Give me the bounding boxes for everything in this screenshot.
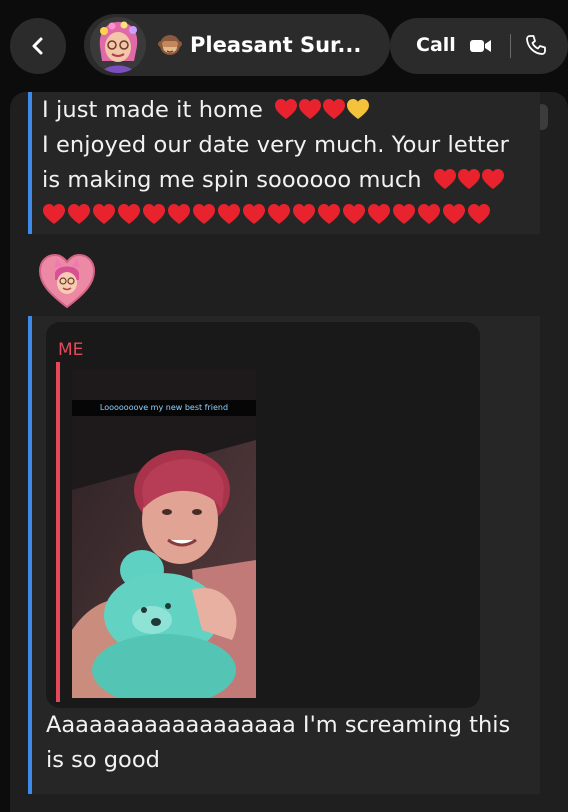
red-heart-emoji <box>167 203 191 225</box>
red-heart-emoji <box>292 203 316 225</box>
quote-bar <box>56 362 60 702</box>
chat-title: Pleasant Sur... <box>158 14 361 76</box>
emoji-group <box>433 167 505 193</box>
quoted-snap[interactable]: ME Looooooove my new best friend <box>46 322 480 708</box>
message-bubble[interactable]: ME Looooooove my new best friend Aaaaaaa… <box>28 316 540 794</box>
quote-sender: ME <box>58 340 84 360</box>
message-line: is making me spin soooooo much <box>42 167 505 193</box>
call-pill[interactable]: Call <box>390 18 568 74</box>
video-camera-icon[interactable] <box>470 38 492 54</box>
bitmoji-heart-sticker[interactable] <box>38 252 96 310</box>
message-line: I just made it home <box>42 97 370 123</box>
chat-title-pill[interactable]: Pleasant Sur... <box>84 14 390 76</box>
message-line: is so good <box>46 747 160 773</box>
red-heart-emoji <box>317 203 341 225</box>
message-line: Aaaaaaaaaaaaaaaaaa I'm screaming this <box>46 712 511 738</box>
chat-header: Pleasant Sur... Call <box>0 0 568 92</box>
red-heart-emoji <box>267 203 291 225</box>
message-line: I enjoyed our date very much. Your lette… <box>42 132 509 158</box>
red-heart-emoji <box>481 168 505 190</box>
red-heart-emoji <box>442 203 466 225</box>
red-heart-emoji <box>367 203 391 225</box>
red-heart-emoji <box>457 168 481 190</box>
see-no-evil-monkey-emoji <box>158 35 182 55</box>
snap-photo[interactable]: Looooooove my new best friend <box>72 370 256 698</box>
red-heart-emoji <box>42 203 66 225</box>
message-bubble[interactable]: I just made it home I enjoyed our date v… <box>28 92 540 234</box>
emoji-row <box>42 202 492 228</box>
red-heart-emoji <box>274 98 298 120</box>
emoji-group <box>274 97 370 123</box>
red-heart-emoji <box>67 203 91 225</box>
red-heart-emoji <box>117 203 141 225</box>
red-heart-emoji <box>433 168 457 190</box>
red-heart-emoji <box>322 98 346 120</box>
red-heart-emoji <box>467 203 491 225</box>
chat-title-label: Pleasant Sur... <box>190 33 362 57</box>
chat-panel[interactable]: I just made it home I enjoyed our date v… <box>10 92 568 812</box>
avatar[interactable] <box>90 17 146 73</box>
red-heart-emoji <box>192 203 216 225</box>
red-heart-emoji <box>142 203 166 225</box>
photo-image <box>72 370 256 698</box>
yellow-heart-emoji <box>346 98 370 120</box>
snap-caption: Looooooove my new best friend <box>72 400 256 416</box>
red-heart-emoji <box>92 203 116 225</box>
call-label[interactable]: Call <box>416 34 456 56</box>
divider <box>510 34 511 58</box>
phone-icon[interactable] <box>526 35 546 55</box>
red-heart-emoji <box>242 203 266 225</box>
red-heart-emoji <box>217 203 241 225</box>
back-button[interactable] <box>10 18 66 74</box>
red-heart-emoji <box>392 203 416 225</box>
red-heart-emoji <box>342 203 366 225</box>
red-heart-emoji <box>417 203 441 225</box>
bitmoji-avatar-icon <box>90 17 146 73</box>
red-heart-emoji <box>298 98 322 120</box>
chevron-left-icon <box>32 37 43 55</box>
